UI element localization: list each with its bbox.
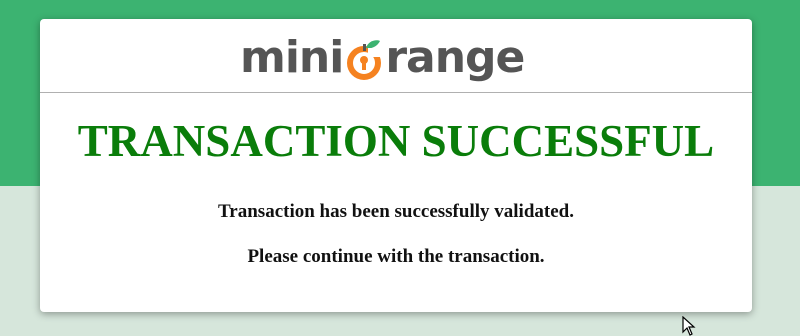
card-header: mini range <box>40 19 752 93</box>
orange-keyhole-icon <box>344 38 384 82</box>
page-title: TRANSACTION SUCCESSFUL <box>77 116 715 166</box>
miniorange-logo: mini range <box>240 32 525 83</box>
status-card: mini range TRANSACTION SUCCESSFUL Transa… <box>40 19 752 312</box>
mouse-cursor-icon <box>682 315 696 336</box>
logo-text-range: range <box>385 32 525 83</box>
logo-text-mini: mini <box>240 32 344 83</box>
continue-message: Please continue with the transaction. <box>247 246 545 267</box>
success-message: Transaction has been successfully valida… <box>218 201 574 222</box>
